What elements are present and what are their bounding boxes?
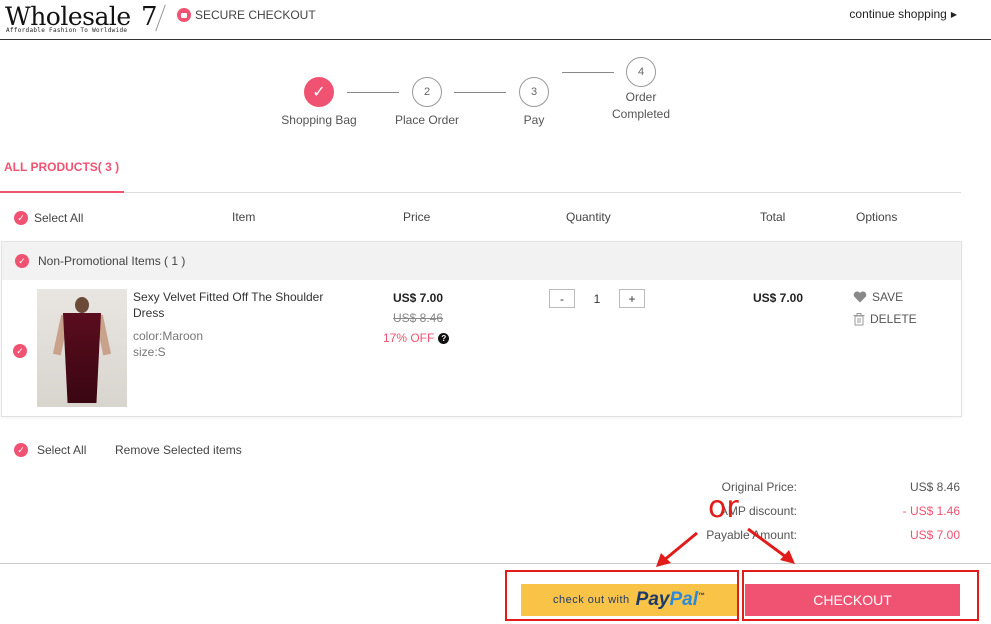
caret-right-icon: ▶ <box>950 9 957 19</box>
column-header-quantity: Quantity <box>566 210 611 224</box>
column-header-total: Total <box>760 210 786 224</box>
step-number: 3 <box>519 77 549 107</box>
divider <box>0 563 991 564</box>
tab-all-products[interactable]: ALL PRODUCTS( 3 ) <box>4 160 119 174</box>
heart-icon <box>853 291 867 303</box>
step-pay: 3 Pay <box>494 77 574 129</box>
remove-selected-link[interactable]: Remove Selected items <box>115 443 242 457</box>
delete-button[interactable]: DELETE <box>853 312 917 326</box>
save-button[interactable]: SAVE <box>853 290 903 304</box>
step-label: Shopping Bag <box>281 113 357 127</box>
select-all-label: Select All <box>34 211 84 225</box>
header: Wholesale 7 Affordable Fashion To Worldw… <box>0 0 991 40</box>
column-header-item: Item <box>232 210 256 224</box>
check-icon: ✓ <box>304 77 334 107</box>
select-all-bottom[interactable]: ✓ Select All <box>14 443 86 457</box>
product-color: color:Maroon <box>133 329 204 343</box>
select-all-label: Select All <box>37 443 87 457</box>
step-label: Pay <box>523 113 545 127</box>
trash-icon <box>853 312 865 325</box>
secure-checkout: SECURE CHECKOUT <box>177 7 316 23</box>
annotation-arrows <box>656 527 795 567</box>
divider <box>0 192 961 193</box>
step-place-order: 2 Place Order <box>387 77 467 129</box>
annotation-box-checkout <box>742 570 979 621</box>
step-order-completed: 4 Order Completed <box>601 57 681 123</box>
delete-label: DELETE <box>870 312 917 326</box>
column-header-options: Options <box>856 210 898 224</box>
price-current: US$ 7.00 <box>393 291 444 305</box>
continue-shopping-link[interactable]: continue shopping ▶ <box>849 7 957 21</box>
logo-tagline: Affordable Fashion To Worldwide <box>6 27 128 34</box>
save-label: SAVE <box>872 290 904 304</box>
help-icon[interactable]: ? <box>438 332 450 344</box>
amp-discount-value: - US$ 1.46 <box>902 504 960 518</box>
group-title: Non-Promotional Items ( 1 ) <box>38 254 186 268</box>
quantity-decrease-button[interactable]: - <box>549 289 575 308</box>
item-total: US$ 7.00 <box>753 291 804 305</box>
continue-shopping-label: continue shopping <box>849 7 947 21</box>
product-name-link[interactable]: Sexy Velvet Fitted Off The Shoulder Dres… <box>133 289 343 321</box>
checkbox-checked-icon[interactable]: ✓ <box>14 443 28 457</box>
step-number: 2 <box>412 77 442 107</box>
step-label: Place Order <box>394 113 460 127</box>
group-header: ✓ Non-Promotional Items ( 1 ) <box>2 242 961 280</box>
logo[interactable]: Wholesale 7 Affordable Fashion To Worldw… <box>5 2 160 36</box>
quantity-stepper: - 1 + <box>549 289 645 308</box>
payable-amount-value: US$ 7.00 <box>909 528 960 542</box>
checkbox-checked-icon[interactable]: ✓ <box>15 254 29 268</box>
product-thumbnail[interactable] <box>37 289 127 407</box>
annotation-box-paypal <box>505 570 739 621</box>
original-price-value: US$ 8.46 <box>909 480 960 494</box>
checkbox-checked-icon[interactable]: ✓ <box>14 211 28 225</box>
lock-icon <box>177 8 191 22</box>
secure-checkout-label: SECURE CHECKOUT <box>195 8 316 22</box>
select-all-top[interactable]: ✓ Select All <box>14 211 83 225</box>
product-size: size:S <box>133 345 166 359</box>
discount-badge: 17% OFF ? <box>383 331 450 345</box>
step-number: 4 <box>626 57 656 87</box>
quantity-increase-button[interactable]: + <box>619 289 645 308</box>
item-checkbox-checked-icon[interactable]: ✓ <box>13 344 27 358</box>
discount-label: 17% OFF <box>383 331 435 345</box>
column-header-price: Price <box>403 210 431 224</box>
step-shopping-bag: ✓ Shopping Bag <box>279 77 359 129</box>
logo-seven: 7 <box>141 2 158 32</box>
step-label: Order Completed <box>611 90 671 121</box>
price-original: US$ 8.46 <box>393 311 444 325</box>
quantity-value[interactable]: 1 <box>575 289 619 308</box>
tab-active-indicator <box>0 191 124 193</box>
